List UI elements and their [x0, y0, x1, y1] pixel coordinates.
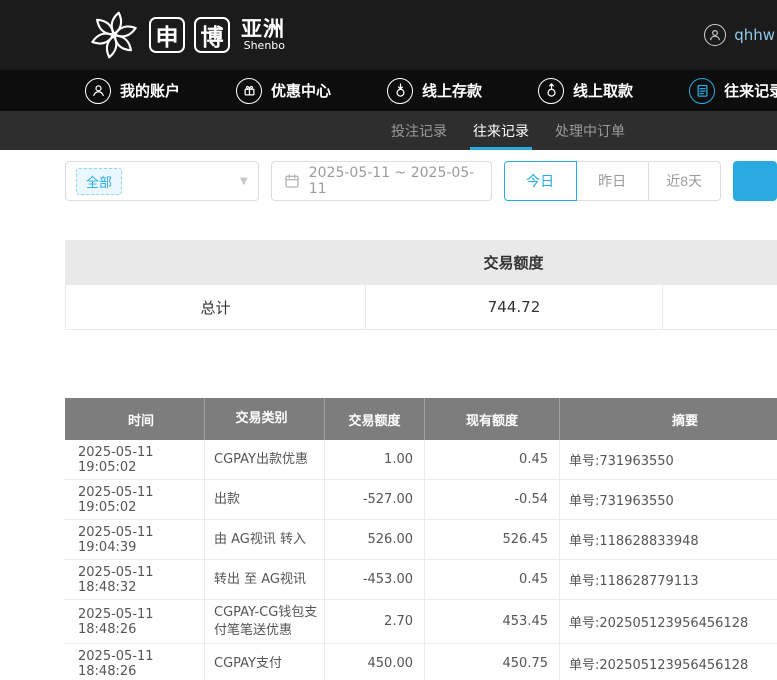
- cell-time: 2025-05-11 19:05:02: [65, 480, 205, 519]
- cell-memo: 单号:202505123956456128: [560, 600, 777, 643]
- nav-item-label: 往来记录: [724, 80, 777, 101]
- user-icon: [85, 78, 111, 104]
- tab-betting-records[interactable]: 投注记录: [378, 111, 460, 150]
- nav-item-label: 线上取款: [573, 80, 633, 101]
- cell-balance: 0.45: [425, 560, 560, 599]
- brand-subtitle: Shenbo: [244, 40, 285, 52]
- cell-memo: 单号:118628779113: [560, 560, 777, 599]
- cell-time: 2025-05-11 19:04:39: [65, 520, 205, 559]
- deposit-coin-icon: [387, 78, 413, 104]
- nav-item-withdraw[interactable]: 线上取款: [538, 78, 633, 104]
- records-table-header: 时间 交易类别 交易额度 现有额度 摘要: [65, 398, 777, 440]
- cell-time: 2025-05-11 18:48:32: [65, 560, 205, 599]
- cell-type: 出款: [205, 480, 325, 519]
- nav-item-promotions[interactable]: 优惠中心: [236, 78, 331, 104]
- col-header-balance: 现有额度: [425, 398, 560, 440]
- cell-amount: 2.70: [325, 600, 425, 643]
- cell-time: 2025-05-11 19:05:02: [65, 440, 205, 479]
- col-header-memo: 摘要: [560, 398, 777, 440]
- summary-header-amount: 交易额度: [365, 240, 662, 285]
- search-button[interactable]: [733, 161, 777, 201]
- summary-total-blank: [662, 285, 777, 329]
- yesterday-button[interactable]: 昨日: [576, 161, 649, 201]
- top-header: 申 博 亚洲 Shenbo qhhw: [0, 0, 777, 70]
- summary-total-row: 总计 744.72: [65, 285, 777, 330]
- summary-total-value: 744.72: [365, 285, 662, 329]
- transaction-records-page: 申 博 亚洲 Shenbo qhhw 我的账户: [0, 0, 777, 680]
- nav-item-deposit[interactable]: 线上存款: [387, 78, 482, 104]
- gift-icon: [236, 78, 262, 104]
- records-icon: [689, 78, 715, 104]
- col-header-time: 时间: [65, 398, 205, 440]
- type-select-value: 全部: [76, 168, 122, 195]
- today-button[interactable]: 今日: [504, 161, 577, 201]
- summary-header-row: 交易额度: [65, 240, 777, 285]
- nav-item-transaction-records[interactable]: 往来记录: [689, 78, 777, 104]
- cell-type: CGPAY出款优惠: [205, 440, 325, 479]
- brand-char-1: 申: [149, 17, 185, 53]
- cell-amount: -453.00: [325, 560, 425, 599]
- brand-logo: 申 博 亚洲 Shenbo: [88, 9, 285, 61]
- tab-processing-orders[interactable]: 处理中订单: [542, 111, 638, 150]
- cell-amount: -527.00: [325, 480, 425, 519]
- sub-navigation: 投注记录 往来记录 处理中订单: [0, 111, 777, 150]
- last-8-days-button[interactable]: 近8天: [648, 161, 721, 201]
- cell-memo: 单号:118628833948: [560, 520, 777, 559]
- col-header-amount: 交易额度: [325, 398, 425, 440]
- col-header-type: 交易类别: [205, 398, 325, 440]
- calendar-icon: [284, 173, 300, 189]
- type-select[interactable]: 全部 ▼: [65, 161, 259, 201]
- nav-item-label: 优惠中心: [271, 80, 331, 101]
- table-row: 2025-05-11 19:04:39 由 AG视讯 转入 526.00 526…: [65, 520, 777, 560]
- date-range-picker[interactable]: 2025-05-11 ~ 2025-05-11: [271, 161, 492, 201]
- cell-amount: 526.00: [325, 520, 425, 559]
- cell-memo: 单号:731963550: [560, 440, 777, 479]
- chevron-down-icon: ▼: [240, 176, 248, 187]
- summary-header-blank-2: [662, 240, 777, 285]
- records-table: 时间 交易类别 交易额度 现有额度 摘要 2025-05-11 19:05:02…: [65, 398, 777, 680]
- cell-balance: 526.45: [425, 520, 560, 559]
- user-account-menu[interactable]: qhhw: [704, 0, 775, 70]
- cell-memo: 单号:731963550: [560, 480, 777, 519]
- quick-date-buttons: 今日 昨日 近8天: [504, 161, 721, 201]
- cell-amount: 1.00: [325, 440, 425, 479]
- cell-time: 2025-05-11 18:48:26: [65, 644, 205, 680]
- cell-type: CGPAY-CG钱包支付笔笔送优惠: [205, 600, 325, 643]
- summary-header-blank: [65, 240, 365, 285]
- summary-total-label: 总计: [65, 285, 365, 329]
- withdraw-coin-icon: [538, 78, 564, 104]
- flower-logo-icon: [88, 9, 140, 61]
- brand-region: 亚洲: [241, 18, 285, 40]
- table-row: 2025-05-11 19:05:02 CGPAY出款优惠 1.00 0.45 …: [65, 440, 777, 480]
- brand-text: 亚洲 Shenbo: [241, 18, 285, 52]
- nav-item-label: 线上存款: [422, 80, 482, 101]
- cell-type: CGPAY支付: [205, 644, 325, 680]
- cell-balance: -0.54: [425, 480, 560, 519]
- table-row: 2025-05-11 18:48:26 CGPAY-CG钱包支付笔笔送优惠 2.…: [65, 600, 777, 644]
- cell-time: 2025-05-11 18:48:26: [65, 600, 205, 643]
- date-range-value: 2025-05-11 ~ 2025-05-11: [309, 165, 479, 197]
- tab-transaction-records[interactable]: 往来记录: [460, 111, 542, 150]
- cell-balance: 453.45: [425, 600, 560, 643]
- username-label: qhhw: [734, 26, 775, 44]
- summary-table: 交易额度 总计 744.72: [65, 240, 777, 330]
- cell-memo: 单号:202505123956456128: [560, 644, 777, 680]
- table-row: 2025-05-11 18:48:26 CGPAY支付 450.00 450.7…: [65, 644, 777, 680]
- cell-type: 由 AG视讯 转入: [205, 520, 325, 559]
- filter-bar: 全部 ▼ 2025-05-11 ~ 2025-05-11 今日 昨日 近8天: [65, 161, 777, 201]
- cell-amount: 450.00: [325, 644, 425, 680]
- brand-char-2: 博: [194, 17, 230, 53]
- user-avatar-icon: [704, 24, 726, 46]
- cell-balance: 0.45: [425, 440, 560, 479]
- cell-balance: 450.75: [425, 644, 560, 680]
- table-row: 2025-05-11 19:05:02 出款 -527.00 -0.54 单号:…: [65, 480, 777, 520]
- cell-type: 转出 至 AG视讯: [205, 560, 325, 599]
- table-row: 2025-05-11 18:48:32 转出 至 AG视讯 -453.00 0.…: [65, 560, 777, 600]
- nav-item-label: 我的账户: [120, 80, 180, 101]
- nav-item-my-account[interactable]: 我的账户: [85, 78, 180, 104]
- main-navigation: 我的账户 优惠中心 线上存款: [0, 70, 777, 111]
